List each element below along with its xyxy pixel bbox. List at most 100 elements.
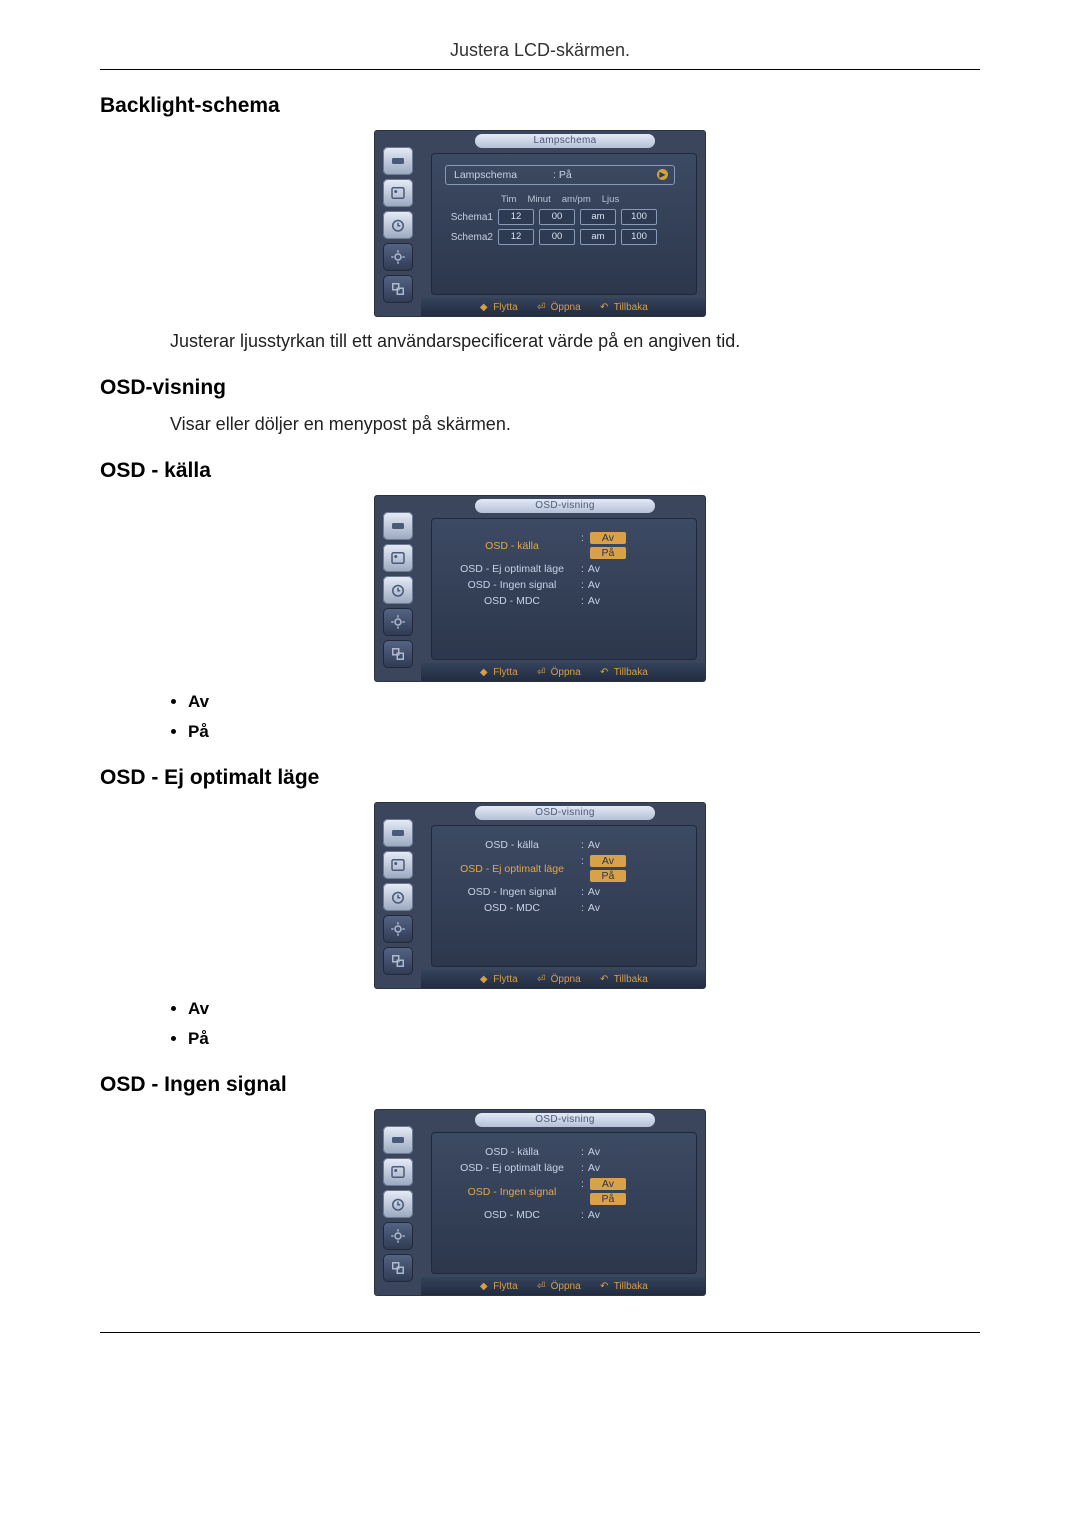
section-title-backlight: Backlight-schema: [100, 94, 980, 118]
multi-icon: [383, 640, 413, 668]
osd-row: OSD - Ingen signal:Av: [443, 579, 685, 591]
osd-row[interactable]: OSD - Ej optimalt läge:AvPå: [443, 855, 685, 882]
timer-icon: [383, 1190, 413, 1218]
osd-row-label: OSD - MDC: [443, 902, 581, 914]
osd-row-label: OSD - Ingen signal: [443, 1186, 581, 1198]
divider-bottom: [100, 1332, 980, 1333]
hdr-minut: Minut: [527, 194, 550, 205]
backlight-description: Justerar ljusstyrkan till ett användarsp…: [170, 331, 980, 352]
back-icon: ↶: [599, 1281, 610, 1292]
footer-tillbaka: ↶Tillbaka: [599, 302, 648, 313]
section-title-osd-ingen: OSD - Ingen signal: [100, 1073, 980, 1097]
osd-val[interactable]: Av: [590, 532, 626, 544]
osd-val[interactable]: Av: [590, 855, 626, 867]
osd-row: OSD - Ej optimalt läge:Av: [443, 563, 685, 575]
hdr-ampm: am/pm: [562, 194, 591, 205]
osd-row[interactable]: OSD - källa:AvPå: [443, 532, 685, 559]
osd-content: OSD - källa:Av OSD - Ej optimalt läge:Av…: [431, 1132, 697, 1274]
osd-row-label: OSD - Ingen signal: [443, 886, 581, 898]
osd-screenshot-ingen: OSD-visning OSD - källa:Av OSD - Ej opti…: [374, 1109, 706, 1296]
lamp-row-label: Schema2: [443, 232, 493, 243]
osd-title: OSD-visning: [475, 806, 655, 820]
osd-val[interactable]: På: [590, 1193, 626, 1205]
move-icon: ◆: [478, 667, 489, 678]
osd-val: :Av: [581, 579, 600, 591]
footer-oppna: ⏎Öppna: [536, 1281, 581, 1292]
back-icon: ↶: [599, 974, 610, 985]
osd-sidebar: [375, 1124, 421, 1295]
page-header: Justera LCD-skärmen.: [100, 40, 980, 69]
osd-row[interactable]: OSD - Ingen signal:AvPå: [443, 1178, 685, 1205]
hdr-ljus: Ljus: [602, 194, 619, 205]
enter-icon: ⏎: [536, 667, 547, 678]
footer-oppna: ⏎Öppna: [536, 302, 581, 313]
image-icon: [383, 1158, 413, 1186]
footer-tillbaka: ↶Tillbaka: [599, 974, 648, 985]
footer-oppna: ⏎Öppna: [536, 974, 581, 985]
lamp-minut[interactable]: 00: [539, 209, 575, 225]
image-icon: [383, 544, 413, 572]
osd-val[interactable]: På: [590, 870, 626, 882]
osd-val: :Av: [581, 839, 600, 851]
multi-icon: [383, 275, 413, 303]
timer-icon: [383, 576, 413, 604]
osd-row: OSD - MDC:Av: [443, 902, 685, 914]
back-icon: ↶: [599, 667, 610, 678]
move-icon: ◆: [478, 302, 489, 313]
lamp-tim[interactable]: 12: [498, 209, 534, 225]
osd-row-label: OSD - Ej optimalt läge: [443, 863, 581, 875]
osd-row-label: OSD - källa: [443, 540, 581, 552]
timer-icon: [383, 211, 413, 239]
option-av: Av: [188, 692, 980, 712]
arrow-right-icon[interactable]: ▶: [657, 169, 668, 180]
osd-screenshot-lampschema: Lampschema Lampschema : På ▶ Tim Minut a…: [374, 130, 706, 317]
lamp-tim[interactable]: 12: [498, 229, 534, 245]
osd-row-label: OSD - MDC: [443, 595, 581, 607]
lamp-ljus[interactable]: 100: [621, 209, 657, 225]
osd-row-label: OSD - Ej optimalt läge: [443, 1162, 581, 1174]
enter-icon: ⏎: [536, 974, 547, 985]
input-icon: [383, 147, 413, 175]
osd-val: :Av: [581, 1146, 600, 1158]
osd-kalla-options: Av På: [188, 692, 980, 742]
osd-row-label: OSD - källa: [443, 1146, 581, 1158]
timer-icon: [383, 883, 413, 911]
osd-title: OSD-visning: [475, 499, 655, 513]
lamp-ljus[interactable]: 100: [621, 229, 657, 245]
section-title-osd-visning: OSD-visning: [100, 376, 980, 400]
divider-top: [100, 69, 980, 70]
osd-content: Lampschema : På ▶ Tim Minut am/pm Ljus S…: [431, 153, 697, 295]
osd-footer: ◆Flytta ⏎Öppna ↶Tillbaka: [421, 663, 705, 681]
osd-row: OSD - källa:Av: [443, 839, 685, 851]
osd-row-label: OSD - källa: [443, 839, 581, 851]
osd-val[interactable]: Av: [590, 1178, 626, 1190]
lamp-headers: Tim Minut am/pm Ljus: [501, 194, 685, 205]
osd-val: :Av: [581, 563, 600, 575]
option-av: Av: [188, 999, 980, 1019]
osd-row: OSD - källa:Av: [443, 1146, 685, 1158]
enter-icon: ⏎: [536, 1281, 547, 1292]
osd-row-label: OSD - Ingen signal: [443, 579, 581, 591]
lamp-minut[interactable]: 00: [539, 229, 575, 245]
osd-sidebar: [375, 510, 421, 681]
osd-row-label: OSD - MDC: [443, 1209, 581, 1221]
footer-flytta: ◆Flytta: [478, 1281, 517, 1292]
settings-icon: [383, 915, 413, 943]
lampschema-value: På: [559, 169, 572, 181]
osd-val[interactable]: På: [590, 547, 626, 559]
lampschema-selector[interactable]: Lampschema : På ▶: [445, 165, 675, 185]
input-icon: [383, 819, 413, 847]
lamp-ampm[interactable]: am: [580, 209, 616, 225]
screenshot-lampschema-wrap: Lampschema Lampschema : På ▶ Tim Minut a…: [100, 130, 980, 317]
osd-val: :Av: [581, 595, 600, 607]
footer-tillbaka: ↶Tillbaka: [599, 1281, 648, 1292]
option-pa: På: [188, 722, 980, 742]
lamp-row-label: Schema1: [443, 212, 493, 223]
footer-flytta: ◆Flytta: [478, 302, 517, 313]
lamp-row: Schema2 12 00 am 100: [443, 229, 685, 245]
lamp-ampm[interactable]: am: [580, 229, 616, 245]
osd-row: OSD - Ej optimalt läge:Av: [443, 1162, 685, 1174]
osd-val: :Av: [581, 902, 600, 914]
osd-val: :Av: [581, 1162, 600, 1174]
osd-row: OSD - MDC:Av: [443, 1209, 685, 1221]
